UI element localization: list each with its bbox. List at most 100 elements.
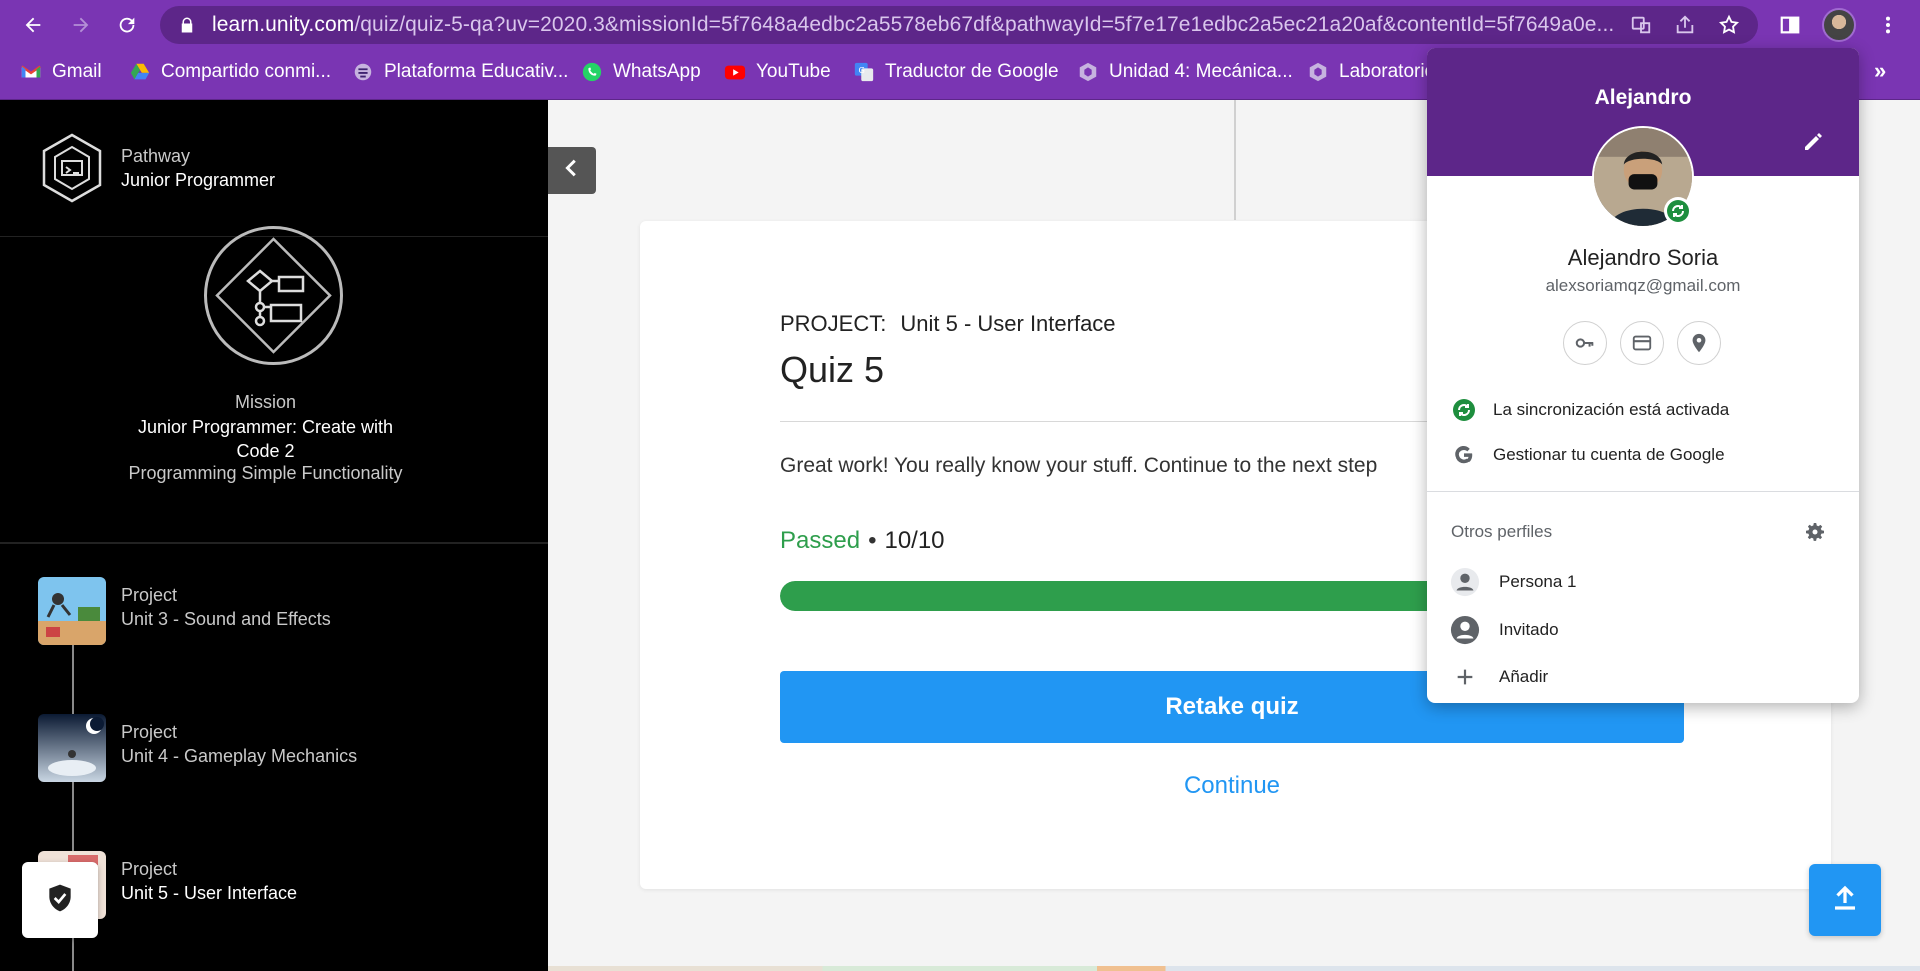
project-item-unit5[interactable]: Project Unit 5 - User Interface xyxy=(38,851,518,921)
quiz-project-line: PROJECT: Unit 5 - User Interface xyxy=(780,311,1116,337)
edit-pencil-icon[interactable] xyxy=(1801,130,1825,154)
status-passed: Passed xyxy=(780,527,861,554)
google-drive-icon xyxy=(129,61,151,83)
bookmarks-overflow-button[interactable]: » xyxy=(1874,58,1886,84)
profile-avatar-button[interactable] xyxy=(1822,8,1856,42)
platform-icon xyxy=(352,61,374,83)
collapse-sidebar-button[interactable] xyxy=(548,147,596,194)
bookmark-label: Plataforma Educativ... xyxy=(384,61,569,82)
reload-icon[interactable] xyxy=(112,10,142,40)
bookmark-label: Compartido conmi... xyxy=(161,61,332,82)
pathway-title: Junior Programmer xyxy=(121,170,276,190)
quiz-title: Quiz 5 xyxy=(780,349,885,390)
profile-full-name: Alejandro Soria xyxy=(1567,245,1719,270)
mission-subtitle: Programming Simple Functionality xyxy=(128,463,403,483)
bookmark-gmail[interactable]: Gmail xyxy=(20,50,102,94)
profile-header-name: Alejandro xyxy=(1594,86,1692,109)
pathway-caption: Pathway xyxy=(121,146,191,166)
mission-divider xyxy=(0,543,548,544)
pathway-logo-icon xyxy=(40,133,104,203)
bookmark-star-icon[interactable] xyxy=(1716,12,1742,38)
project-item-unit4[interactable]: Project Unit 4 - Gameplay Mechanics xyxy=(38,714,518,784)
profile-divider xyxy=(1427,491,1859,492)
result-message: Great work! You really know your stuff. … xyxy=(780,454,1378,477)
translate-page-icon[interactable] xyxy=(1628,12,1654,38)
menu-dots-icon[interactable] xyxy=(1873,10,1903,40)
url-host: learn.unity.com xyxy=(212,13,355,36)
arrow-up-icon xyxy=(1830,883,1860,918)
gear-icon[interactable] xyxy=(1803,520,1827,544)
bookmark-label: Gmail xyxy=(52,61,102,82)
mission-caption: Mission xyxy=(234,392,296,412)
chevron-left-icon xyxy=(561,157,583,184)
bookmark-label: WhatsApp xyxy=(613,61,701,82)
bookmark-traductor[interactable]: G Traductor de Google xyxy=(853,50,1059,94)
bookmark-plataforma[interactable]: Plataforma Educativ... xyxy=(352,50,568,94)
google-g-icon xyxy=(1451,442,1477,468)
project-caption: Project xyxy=(121,859,178,879)
manage-account-label: Gestionar tu cuenta de Google xyxy=(1493,445,1725,464)
project-name: Unit 5 - User Interface xyxy=(121,883,298,903)
bookmark-drive[interactable]: Compartido conmi... xyxy=(129,50,331,94)
url-text[interactable]: learn.unity.com/quiz/quiz-5-qa?uv=2020.3… xyxy=(212,6,1762,44)
shield-check-icon xyxy=(44,882,76,919)
profile-guest[interactable]: Invitado xyxy=(1449,612,1559,648)
passwords-key-icon[interactable] xyxy=(1563,321,1607,365)
project-item-unit3[interactable]: Project Unit 3 - Sound and Effects xyxy=(38,577,518,647)
other-profiles-heading: Otros perfiles xyxy=(1451,522,1553,541)
side-panel-icon[interactable] xyxy=(1775,10,1805,40)
url-path: /quiz/quiz-5-qa?uv=2020.3&missionId=5f76… xyxy=(354,13,1615,36)
youtube-icon xyxy=(724,61,746,83)
unity-icon xyxy=(1077,61,1099,83)
plus-icon xyxy=(1449,661,1481,693)
profile-menu: Alejandro Alejandro Soria alexsoriamqz@g… xyxy=(1427,48,1859,703)
sync-status-row[interactable]: La sincronización está activada xyxy=(1451,395,1729,425)
scroll-to-top-button[interactable] xyxy=(1809,864,1881,936)
learn-sidebar: Pathway Junior Programmer Mission Junior… xyxy=(0,100,548,971)
separator-dot: • xyxy=(868,527,877,554)
add-profile[interactable]: Añadir xyxy=(1449,659,1548,695)
unity-icon xyxy=(1307,61,1329,83)
vertical-divider xyxy=(1234,100,1236,220)
project-caption: Project xyxy=(121,585,178,605)
gmail-icon xyxy=(20,61,42,83)
share-icon[interactable] xyxy=(1672,12,1698,38)
profile-email: alexsoriamqz@gmail.com xyxy=(1545,276,1741,295)
lock-icon[interactable] xyxy=(178,16,196,34)
bottom-strip xyxy=(548,966,1920,971)
bookmark-label: YouTube xyxy=(756,61,831,82)
profile-label: Añadir xyxy=(1499,667,1549,686)
sync-label: La sincronización está activada xyxy=(1493,400,1730,419)
forward-icon[interactable] xyxy=(66,10,96,40)
project-thumbnail xyxy=(38,714,106,782)
pathway-header[interactable]: Pathway Junior Programmer xyxy=(0,100,548,237)
mission-logo-icon xyxy=(203,225,344,366)
bookmark-unidad4[interactable]: Unidad 4: Mecánica... xyxy=(1077,50,1293,94)
project-caption: Project xyxy=(121,722,178,742)
browser-toolbar: learn.unity.com/quiz/quiz-5-qa?uv=2020.3… xyxy=(0,0,1920,50)
profile-label: Invitado xyxy=(1499,620,1559,639)
whatsapp-icon xyxy=(581,61,603,83)
project-name: Unit 5 - User Interface xyxy=(900,311,1116,336)
back-icon[interactable] xyxy=(18,10,48,40)
profile-persona-1[interactable]: Persona 1 xyxy=(1449,564,1577,600)
person-icon xyxy=(1449,566,1481,598)
bookmark-label: Laboratorio xyxy=(1339,61,1436,82)
bookmark-label: Traductor de Google xyxy=(885,61,1059,82)
payment-card-icon[interactable] xyxy=(1620,321,1664,365)
location-pin-icon[interactable] xyxy=(1677,321,1721,365)
bookmark-laboratorio[interactable]: Laboratorio xyxy=(1307,50,1435,94)
mission-title: Junior Programmer: Create with Code 2 xyxy=(137,417,394,461)
bookmark-whatsapp[interactable]: WhatsApp xyxy=(581,50,701,94)
manage-account-row[interactable]: Gestionar tu cuenta de Google xyxy=(1451,440,1725,470)
bookmark-youtube[interactable]: YouTube xyxy=(724,50,831,94)
translate-icon: G xyxy=(853,61,875,83)
project-thumbnail xyxy=(38,577,106,645)
sync-badge xyxy=(1664,197,1692,225)
continue-link[interactable]: Continue xyxy=(780,766,1684,806)
privacy-shield-button[interactable] xyxy=(22,862,98,938)
guest-icon xyxy=(1449,614,1481,646)
project-label: PROJECT: xyxy=(780,311,887,336)
project-name: Unit 3 - Sound and Effects xyxy=(121,609,331,629)
address-bar[interactable]: learn.unity.com/quiz/quiz-5-qa?uv=2020.3… xyxy=(160,6,1758,44)
